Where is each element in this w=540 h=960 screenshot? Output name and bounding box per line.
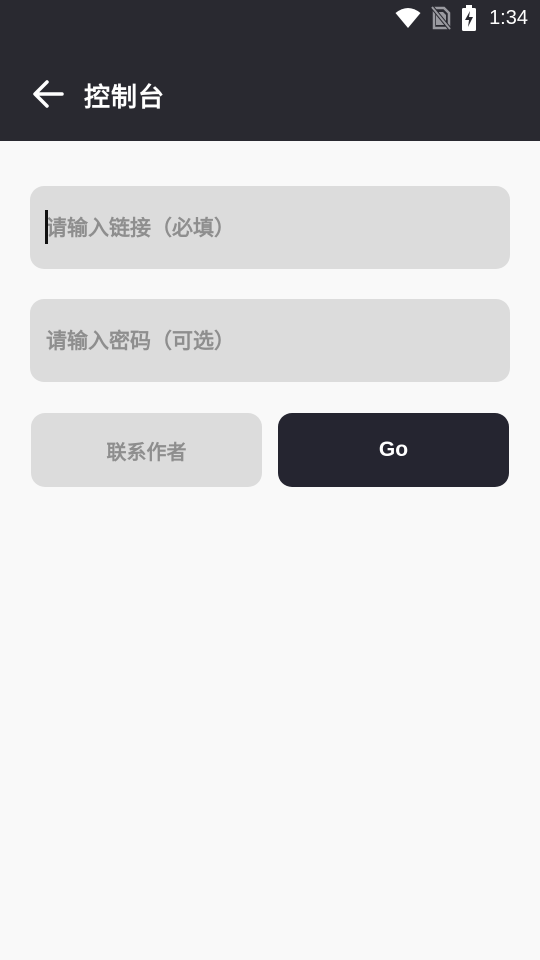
password-input[interactable]	[30, 299, 510, 382]
arrow-back-icon	[32, 79, 64, 113]
back-button[interactable]	[26, 76, 70, 116]
text-cursor	[45, 210, 48, 244]
password-field-container	[30, 299, 510, 382]
link-field-container	[30, 186, 510, 269]
no-sim-icon	[431, 6, 452, 30]
status-bar: 1:34	[0, 0, 540, 36]
go-button[interactable]: Go	[278, 413, 509, 487]
top-bar: 1:34 控制台	[0, 0, 540, 141]
toolbar: 控制台	[0, 52, 540, 140]
battery-charging-icon	[461, 5, 477, 31]
contact-author-button[interactable]: 联系作者	[31, 413, 262, 487]
app-screen: 1:34 控制台 联系作者 Go	[0, 0, 540, 960]
link-input[interactable]	[30, 186, 510, 269]
status-time: 1:34	[489, 6, 528, 29]
wifi-icon	[395, 7, 421, 29]
page-title: 控制台	[84, 83, 166, 113]
